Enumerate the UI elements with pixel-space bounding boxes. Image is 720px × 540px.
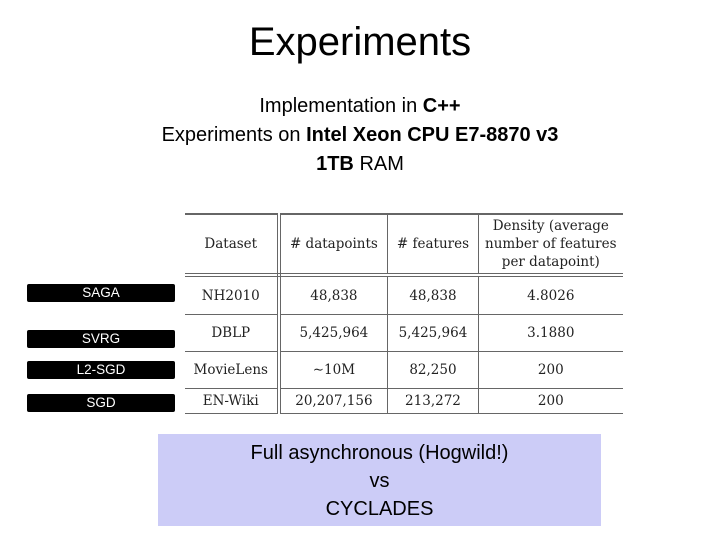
cell: 4.8026 (477, 275, 623, 315)
cell: 213,272 (387, 388, 479, 414)
slide-subtitle: Implementation in C++ Experiments on Int… (0, 92, 720, 179)
cell: 5,425,964 (277, 314, 389, 352)
cpu-text: Intel Xeon CPU E7-8870 v3 (306, 124, 559, 146)
cell: 200 (477, 388, 623, 414)
cell: 48,838 (387, 275, 479, 315)
comparison-line-vs: vs (369, 470, 390, 492)
algorithm-label-svrg: SVRG (27, 330, 175, 348)
table-row: DBLP 5,425,964 5,425,964 3.1880 (185, 314, 623, 352)
line-text: Experiments on (161, 124, 307, 146)
cell: 5,425,964 (387, 314, 479, 352)
table-header-row: Dataset # datapoints # features Density … (185, 213, 623, 277)
implementation-line: Implementation in C++ (0, 92, 720, 121)
header-dataset: Dataset (185, 213, 281, 277)
line-text: Implementation in (259, 95, 423, 117)
datasets-table: Dataset # datapoints # features Density … (185, 213, 623, 414)
comparison-line-hogwild: Full asynchronous (Hogwild!) (250, 442, 509, 464)
table-row: EN-Wiki 20,207,156 213,272 200 (185, 388, 623, 414)
slide-title: Experiments (248, 20, 472, 64)
cell: 82,250 (387, 351, 479, 389)
cell: 200 (477, 351, 623, 389)
header-features: # features (387, 213, 479, 277)
line-text: RAM (353, 153, 404, 175)
memory-line: 1TB RAM (0, 150, 720, 179)
header-density: Density (average number of features per … (477, 213, 623, 277)
language-text: C++ (422, 95, 461, 117)
header-datapoints: # datapoints (277, 213, 389, 277)
cell: EN-Wiki (185, 388, 281, 414)
cell: ∼10M (277, 351, 389, 389)
algorithm-label-saga: SAGA (27, 284, 175, 302)
comparison-box: Full asynchronous (Hogwild!) vs CYCLADES (158, 434, 601, 526)
algorithm-label-l2-sgd: L2-SGD (27, 361, 175, 379)
cell: 3.1880 (477, 314, 623, 352)
ram-size-text: 1TB (316, 153, 354, 175)
table-row: MovieLens ∼10M 82,250 200 (185, 351, 623, 389)
cell: MovieLens (185, 351, 281, 389)
hardware-line: Experiments on Intel Xeon CPU E7-8870 v3 (0, 121, 720, 150)
cell: NH2010 (185, 275, 281, 315)
table-row: NH2010 48,838 48,838 4.8026 (185, 275, 623, 315)
cell: DBLP (185, 314, 281, 352)
cell: 48,838 (277, 275, 389, 315)
comparison-line-cyclades: CYCLADES (325, 498, 434, 520)
cell: 20,207,156 (277, 388, 389, 414)
algorithm-label-sgd: SGD (27, 394, 175, 412)
